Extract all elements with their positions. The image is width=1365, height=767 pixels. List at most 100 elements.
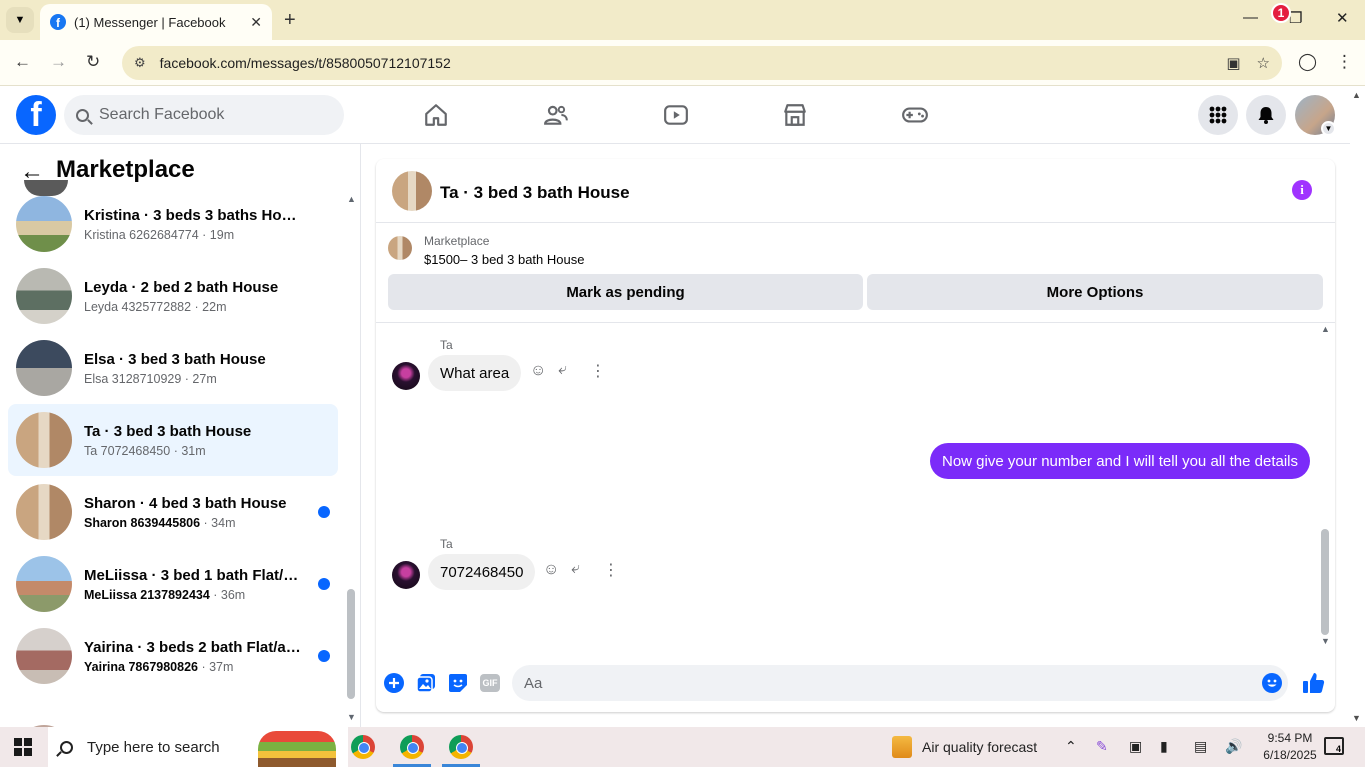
forward-arrow-icon[interactable]: →: [50, 52, 67, 72]
conversation-elsa[interactable]: Elsa · 3 bed 3 bath House Elsa 312871092…: [8, 332, 338, 404]
conversation-meliissa[interactable]: MeLiissa · 3 bed 1 bath Flat/ap... MeLii…: [8, 548, 338, 620]
site-settings-icon[interactable]: ⚙: [134, 55, 146, 71]
facebook-logo-icon[interactable]: f: [16, 95, 56, 135]
chrome-app-icon[interactable]: [400, 735, 424, 759]
message-input[interactable]: [512, 665, 1288, 701]
plus-circle-icon[interactable]: [384, 673, 404, 693]
more-vertical-icon[interactable]: ⋮: [590, 361, 606, 381]
react-smiley-icon[interactable]: ☺: [543, 561, 559, 579]
minimize-icon[interactable]: —: [1243, 9, 1258, 26]
conversation-ta[interactable]: Ta · 3 bed 3 bath House Ta 7072468450 · …: [8, 404, 338, 476]
back-arrow-icon[interactable]: ←: [14, 52, 31, 72]
notification-badge: 1: [1271, 3, 1291, 23]
conversation-yairina[interactable]: Yairina · 3 beds 2 bath Flat/ap... Yairi…: [8, 620, 338, 692]
photo-icon[interactable]: [416, 673, 436, 693]
conversation-partial[interactable]: [8, 692, 338, 727]
scroll-up-icon[interactable]: ▲: [1321, 324, 1330, 334]
message-bubble-incoming[interactable]: 7072468450: [428, 554, 536, 590]
page-scroll-down-icon[interactable]: ▼: [1352, 713, 1361, 723]
scroll-down-icon[interactable]: ▼: [347, 712, 356, 722]
more-options-button[interactable]: More Options: [867, 274, 1323, 310]
reload-icon[interactable]: ↻: [86, 52, 100, 72]
scroll-up-icon[interactable]: ▲: [347, 194, 356, 204]
listing-price-title[interactable]: $1500– 3 bed 3 bath House: [424, 252, 584, 267]
new-tab-button[interactable]: +: [284, 9, 296, 32]
taskbar-clock[interactable]: 9:54 PM 6/18/2025: [1260, 731, 1320, 762]
profile-icon[interactable]: ◯: [1298, 52, 1317, 72]
listing-thumbnail[interactable]: [388, 236, 412, 260]
sender-avatar[interactable]: [392, 362, 420, 390]
conversation-sharon[interactable]: Sharon · 4 bed 3 bath House Sharon 86394…: [8, 476, 338, 548]
home-icon[interactable]: [422, 101, 450, 129]
window-close-icon[interactable]: ✕: [1336, 9, 1349, 27]
page-scroll-up-icon[interactable]: ▲: [1352, 90, 1361, 100]
conversation-subtitle: Yairina 7867980826 · 37m: [84, 659, 234, 674]
chrome-app-icon[interactable]: [449, 735, 473, 759]
menu-grid-button[interactable]: [1198, 95, 1238, 135]
scroll-down-icon[interactable]: ▼: [1321, 636, 1330, 646]
address-url[interactable]: facebook.com/messages/t/8580050712107152: [160, 55, 1211, 71]
chrome-app-icon[interactable]: [351, 735, 375, 759]
tab-search-button[interactable]: ▼: [6, 7, 34, 33]
facebook-search-box[interactable]: [64, 95, 344, 135]
browser-menu-icon[interactable]: ⋮: [1336, 52, 1353, 72]
account-caret-icon[interactable]: ▼: [1321, 121, 1336, 136]
sender-avatar[interactable]: [392, 561, 420, 589]
conversation-leyda[interactable]: Leyda · 2 bed 2 bath House Leyda 4325772…: [8, 260, 338, 332]
tab-close-icon[interactable]: ✕: [250, 14, 262, 31]
facebook-search-input[interactable]: [99, 106, 319, 124]
chat-title[interactable]: Ta · 3 bed 3 bath House: [440, 183, 630, 203]
mark-as-pending-button[interactable]: Mark as pending: [388, 274, 863, 310]
meet-now-icon[interactable]: ▣: [1129, 738, 1142, 755]
gif-icon[interactable]: GIF: [480, 673, 500, 693]
info-icon[interactable]: i: [1292, 180, 1312, 200]
unread-indicator: [318, 506, 330, 518]
browser-tab-messenger[interactable]: f (1) Messenger | Facebook ✕: [40, 4, 272, 40]
weather-icon[interactable]: [892, 736, 912, 758]
video-icon[interactable]: [662, 101, 690, 129]
react-smiley-icon[interactable]: ☺: [530, 362, 546, 380]
install-app-icon[interactable]: ▣: [1226, 54, 1240, 72]
search-highlight-image[interactable]: [258, 731, 336, 767]
conversation-list-scrollbar[interactable]: [347, 589, 355, 699]
tab-title: (1) Messenger | Facebook: [74, 14, 226, 30]
conversation-title: Sharon · 4 bed 3 bath House: [84, 494, 287, 512]
conversation-subtitle: Kristina 6262684774 · 19m: [84, 227, 235, 242]
chevron-down-icon: ▼: [14, 14, 26, 26]
pen-icon[interactable]: ✎: [1096, 738, 1108, 755]
reply-icon[interactable]: ⤶: [571, 560, 580, 578]
message-scrollbar[interactable]: [1321, 529, 1329, 635]
message-bubble-incoming[interactable]: What area: [428, 355, 522, 391]
network-icon[interactable]: ▤: [1194, 738, 1207, 755]
tray-chevron-up-icon[interactable]: ⌃: [1065, 738, 1077, 755]
weather-text[interactable]: Air quality forecast: [922, 739, 1037, 755]
thumbs-up-icon[interactable]: [1302, 671, 1326, 695]
address-bar[interactable]: ⚙ facebook.com/messages/t/85800507121071…: [122, 46, 1282, 80]
windows-start-icon[interactable]: [14, 738, 32, 756]
action-center-icon[interactable]: 4: [1324, 737, 1344, 755]
sidebar-title: Marketplace: [56, 156, 195, 183]
browser-toolbar: ← → ↻ ⚙ facebook.com/messages/t/85800507…: [0, 40, 1365, 86]
sticker-icon[interactable]: [448, 673, 468, 693]
marketplace-icon[interactable]: [781, 101, 809, 129]
conversation-thumbnail: [16, 340, 72, 396]
emoji-icon[interactable]: [1262, 673, 1282, 693]
message-bubble-outgoing[interactable]: Now give your number and I will tell you…: [929, 443, 1310, 479]
reply-icon[interactable]: ⤶: [558, 361, 567, 379]
more-vertical-icon[interactable]: ⋮: [603, 560, 619, 580]
gaming-icon[interactable]: [901, 101, 929, 129]
volume-icon[interactable]: 🔊: [1225, 738, 1242, 755]
notifications-button[interactable]: [1246, 95, 1286, 135]
conversation-thumbnail: [16, 628, 72, 684]
unread-indicator: [318, 578, 330, 590]
bookmark-star-icon[interactable]: ☆: [1257, 54, 1270, 72]
restore-icon[interactable]: ❐: [1289, 9, 1302, 27]
conversation-list: Kristina · 3 beds 3 baths House Kristina…: [8, 188, 338, 727]
conversation-subtitle: Sharon 8639445806 · 34m: [84, 515, 236, 530]
battery-icon[interactable]: ▮: [1160, 738, 1168, 755]
message-composer: GIF: [376, 659, 1335, 712]
conversation-thumbnail: [16, 196, 72, 252]
conversation-kristina[interactable]: Kristina · 3 beds 3 baths House Kristina…: [8, 188, 338, 260]
chat-avatar[interactable]: [392, 171, 432, 211]
friends-icon[interactable]: [542, 101, 570, 129]
